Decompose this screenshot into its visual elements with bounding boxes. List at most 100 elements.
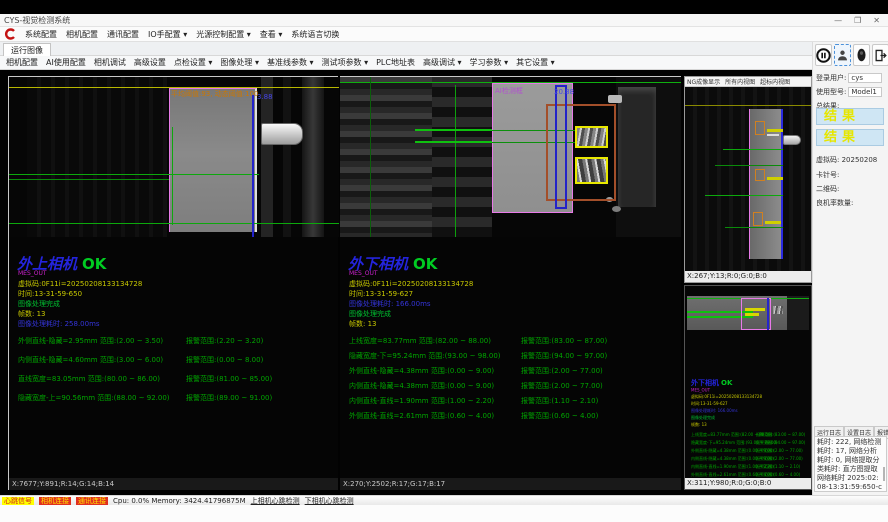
lower-camera-heartbeat-link[interactable]: 下相机心跳检测 <box>305 496 354 506</box>
toolbar-item[interactable]: 相机调试 <box>94 57 126 68</box>
log-scrollbar[interactable] <box>883 467 885 481</box>
app-window: CYS-视觉检测系统 — ❐ ✕ 系统配置相机配置通讯配置IO手配置 ▾光源控制… <box>0 0 888 522</box>
measurement-value: 内侧直线-隐藏=4.60mm 范围:(3.00 ~ 6.00) <box>18 356 186 365</box>
log-output[interactable]: 耗时: 222, 网络检测耗时: 17, 网络分析耗时: 0, 网络提取分类耗时… <box>814 436 887 492</box>
measurement-value: 内侧直线-直线=1.90mm 范围:(1.00 ~ 2.20) <box>349 397 521 406</box>
roi-box-orange <box>753 212 763 226</box>
machine-highlight <box>608 95 622 103</box>
preview-view-tab[interactable]: 所有内视图 <box>725 77 755 86</box>
mes-output-label: MES_OUT <box>349 270 378 277</box>
roi-box-orange <box>755 169 765 181</box>
pin-row: 卡针号: <box>816 170 839 180</box>
toolbar-item[interactable]: 图像处理 ▾ <box>220 57 259 68</box>
login-user-label: 登录用户: <box>816 73 846 83</box>
preview-view-tab[interactable]: NG成像显示 <box>687 77 720 86</box>
annotation-mark <box>767 129 783 132</box>
login-user-field[interactable]: cys <box>848 73 882 83</box>
alarm-range: 报警范围:(94.00 ~ 97.00) <box>521 352 607 361</box>
toolbar-item[interactable]: 高级设置 <box>134 57 166 68</box>
camera-info-list: 虚拟码:0F11i=20250208133134728时间:13-31-59-6… <box>349 279 473 329</box>
pin-label: 卡针号: <box>816 170 839 180</box>
badge-button[interactable] <box>853 44 870 66</box>
preview-image-top[interactable] <box>685 87 811 272</box>
mes-output-label: MES_OUT <box>18 270 47 277</box>
defect-spot <box>773 306 783 314</box>
tab-run-image[interactable]: 运行图像 <box>3 43 51 56</box>
measurement-row: 外侧直线-隐藏=4.38mm 范围:(0.00 ~ 9.00)报警范围:(2.0… <box>349 367 607 376</box>
toolbar-item[interactable]: 其它设置 ▾ <box>516 57 555 68</box>
menu-item[interactable]: 查看 ▾ <box>260 29 283 40</box>
qr-row: 二维码: <box>816 184 839 194</box>
toolbar-item[interactable]: 高级调试 ▾ <box>423 57 462 68</box>
menu-item[interactable]: 通讯配置 <box>107 29 139 40</box>
info-line: 时间:13-31-59-627 <box>349 289 473 299</box>
upper-camera-heartbeat-link[interactable]: 上相机心跳检测 <box>251 496 300 506</box>
toolbar-item[interactable]: 基准线参数 ▾ <box>267 57 314 68</box>
result-status-box: 结果 <box>816 108 884 125</box>
window-footer-area <box>0 505 888 522</box>
main-area: 平均阈值:93, 动态阈值:100 3.88 外上相机OK MES_OUT 虚拟… <box>0 70 812 495</box>
heartbeat-status-badge: 心跳信号 <box>2 497 34 505</box>
camera-panel-upper: 平均阈值:93, 动态阈值:100 3.88 外上相机OK MES_OUT 虚拟… <box>8 76 338 490</box>
minimize-button[interactable]: — <box>834 16 842 25</box>
model-field[interactable]: Model1 <box>848 87 882 97</box>
toolbar: 相机配置 AI使用配置相机调试高级设置点检设置 ▾ 图像处理 ▾ 基准线参数 ▾ 测试项… <box>0 56 812 70</box>
info-line: 帧数: 13 <box>691 422 811 426</box>
menu-item[interactable]: 光源控制配置 ▾ <box>196 29 251 40</box>
camera-image-upper[interactable]: 平均阈值:93, 动态阈值:100 3.88 <box>9 77 339 237</box>
info-line: 帧数: 13 <box>349 319 473 329</box>
menu-item[interactable]: 系统语言切换 <box>291 29 339 40</box>
menu-item[interactable]: IO手配置 ▾ <box>148 29 187 40</box>
result-ok-badge: OK <box>413 255 437 273</box>
comm-link-status-badge: 通讯连接 <box>76 497 108 505</box>
toolbar-item[interactable]: 点检设置 ▾ <box>174 57 213 68</box>
pixel-coords-bar: X:311;Y:980;R:0;G:0;B:0 <box>685 478 811 489</box>
preview-result-text: 外下相机OK MES_OUT 虚拟码:0F11i=202502081331347… <box>691 378 811 478</box>
result-boxes: 结果结果 <box>816 108 884 150</box>
user-button[interactable] <box>834 44 851 66</box>
blue-measure-line <box>252 95 254 237</box>
cpu-memory-status: Cpu: 0.0% Memory: 3424.41796875M <box>113 497 246 505</box>
menu-items: 系统配置相机配置通讯配置 IO手配置 ▾ 光源控制配置 ▾ 查看 ▾ 系统语言切换 <box>25 29 339 40</box>
measurement-list: 外侧直线-隐藏=2.95mm 范围:(2.00 ~ 3.50)报警范围:(2.2… <box>18 337 272 413</box>
product-region <box>169 88 257 232</box>
preview-view-tabs: NG成像显示所有内视图超标内视图 <box>685 77 811 87</box>
toolbar-item[interactable]: PLC地址表 <box>376 57 415 68</box>
camera-info-list: 虚拟码:0F11i=20250208133134728时间:13-31-59-6… <box>691 394 811 429</box>
alarm-range: 报警范围:(0.00 ~ 8.00) <box>186 356 263 365</box>
measurement-value: 隐藏宽度-上=90.56mm 范围:(88.00 ~ 92.00) <box>18 394 186 403</box>
measurement-row: 直线宽度=83.05mm 范围:(80.00 ~ 86.00)报警范围:(81.… <box>18 375 272 384</box>
machine-bolt <box>612 206 621 212</box>
preview-image-bottom[interactable]: 外下相机OK MES_OUT 虚拟码:0F11i=202502081331347… <box>685 286 811 478</box>
measurement-value: 直线宽度=83.05mm 范围:(80.00 ~ 86.00) <box>18 375 186 384</box>
menu-item[interactable]: 系统配置 <box>25 29 57 40</box>
close-button[interactable]: ✕ <box>873 16 880 25</box>
toolbar-item[interactable]: AI使用配置 <box>46 57 86 68</box>
pause-icon <box>816 48 831 63</box>
qr-label: 二维码: <box>816 184 839 194</box>
measurement-row: 内侧直线-隐藏=4.60mm 范围:(3.00 ~ 6.00)报警范围:(0.0… <box>18 356 272 365</box>
maximize-button[interactable]: ❐ <box>854 16 861 25</box>
machine-band <box>302 77 324 237</box>
model-label: 使用型号: <box>816 87 846 97</box>
toolbar-item[interactable]: 学习参数 ▾ <box>470 57 509 68</box>
baseline-yellow-line <box>685 105 811 106</box>
exit-button[interactable] <box>872 44 888 66</box>
machine-block <box>618 87 656 207</box>
machine-background <box>27 77 167 237</box>
product-region <box>687 296 787 330</box>
login-user-row: 登录用户: cys <box>816 73 882 83</box>
measurement-value: 内侧直线-隐藏=4.38mm 范围:(0.00 ~ 9.00) <box>349 382 521 391</box>
pause-button[interactable] <box>815 44 832 66</box>
result-status-box: 结果 <box>816 129 884 146</box>
toolbar-item[interactable]: 测试项参数 ▾ <box>322 57 369 68</box>
camera-image-lower[interactable]: AI检测框 20.88 <box>340 77 681 237</box>
measurement-row: 内侧直线-隐藏=4.38mm 范围:(0.00 ~ 9.00)报警范围:(2.0… <box>349 382 607 391</box>
count-row: 良机率数量: <box>816 198 853 208</box>
preview-view-tab[interactable]: 超标内视图 <box>760 77 790 86</box>
alarm-range: 报警范围:(2.00 ~ 77.00) <box>521 382 603 391</box>
info-line: 图像处理耗时: 166.00ms <box>349 299 473 309</box>
measurement-value: 外侧直线-隐藏=4.38mm 范围:(0.00 ~ 9.00) <box>349 367 521 376</box>
toolbar-item[interactable]: 相机配置 <box>6 57 38 68</box>
menu-item[interactable]: 相机配置 <box>66 29 98 40</box>
